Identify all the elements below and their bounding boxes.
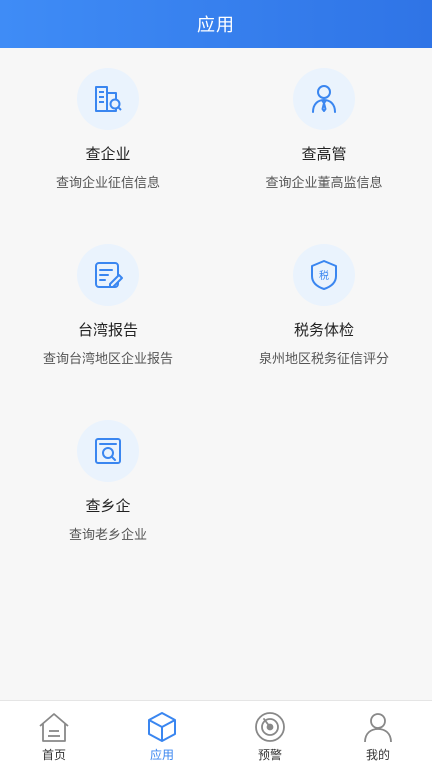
app-item-hometown-company-search[interactable]: 查乡企 查询老乡企业	[0, 402, 216, 572]
app-item-company-search[interactable]: 查企业 查询企业征信信息	[0, 50, 216, 220]
app-title: 查高管	[301, 145, 347, 163]
app-description: 泉州地区税务征信评分	[258, 352, 389, 367]
tab-apps[interactable]: 应用	[108, 701, 216, 769]
app-description: 查询企业董高监信息	[265, 176, 383, 191]
user-icon	[360, 709, 396, 745]
building-search-icon	[77, 68, 139, 130]
report-edit-icon	[77, 244, 139, 306]
executive-person-icon	[293, 68, 355, 130]
app-description: 查询老乡企业	[68, 528, 147, 543]
radar-icon	[252, 709, 288, 745]
svg-text:税: 税	[319, 269, 329, 282]
app-item-tax-checkup[interactable]: 税 税务体检 泉州地区税务征信评分	[216, 226, 432, 396]
home-icon	[36, 709, 72, 745]
document-search-icon	[77, 420, 139, 482]
app-title: 查企业	[85, 145, 131, 163]
app-item-taiwan-report[interactable]: 台湾报告 查询台湾地区企业报告	[0, 226, 216, 396]
top-app-bar: 应用	[0, 0, 432, 48]
tab-label: 首页	[41, 748, 66, 762]
bottom-tab-bar: 首页 应用 预警 我的	[0, 700, 432, 769]
app-description: 查询企业征信信息	[55, 176, 160, 191]
tab-mine[interactable]: 我的	[324, 701, 432, 769]
app-item-executive-search[interactable]: 查高管 查询企业董高监信息	[216, 50, 432, 220]
app-title: 查乡企	[85, 497, 131, 515]
page-title: 应用	[197, 15, 235, 36]
tab-label: 应用	[149, 748, 174, 762]
app-title: 税务体检	[293, 321, 354, 339]
tab-home[interactable]: 首页	[0, 701, 108, 769]
tax-shield-icon: 税	[293, 244, 355, 306]
tab-label: 预警	[257, 748, 282, 762]
tab-label: 我的	[365, 748, 390, 762]
app-description: 查询台湾地区企业报告	[42, 352, 173, 367]
cube-icon	[144, 709, 180, 745]
app-title: 台湾报告	[77, 321, 138, 339]
tab-alerts[interactable]: 预警	[216, 701, 324, 769]
